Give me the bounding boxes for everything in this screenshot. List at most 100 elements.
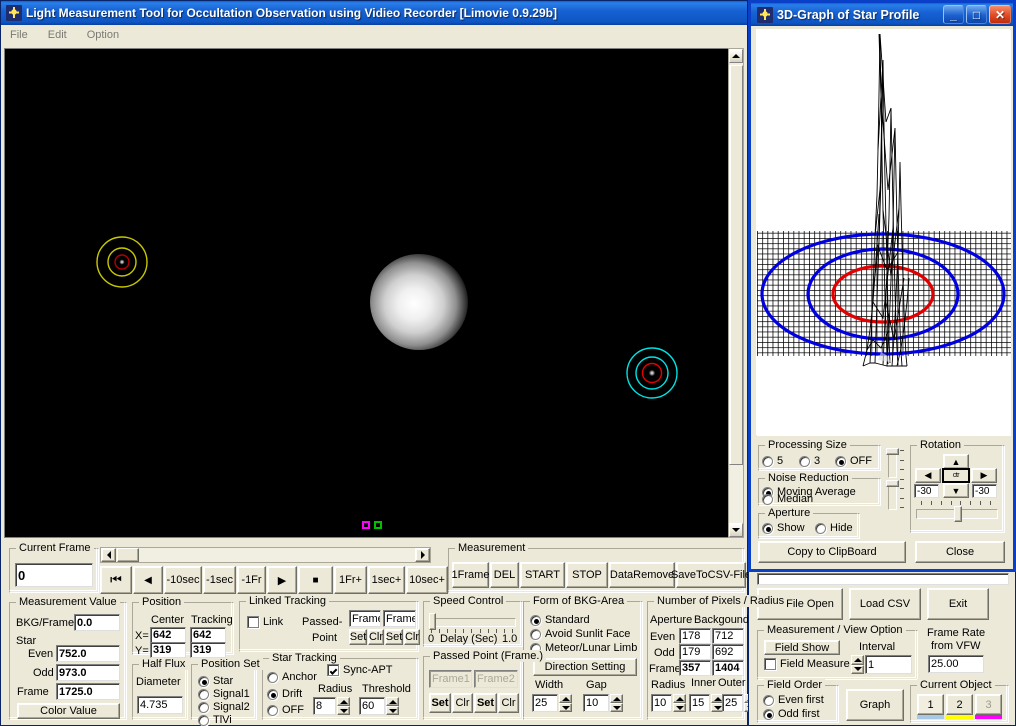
vscale-slider-thumb-bottom[interactable] xyxy=(886,480,899,487)
rotation-slider-thumb[interactable] xyxy=(954,506,962,522)
radius-stepper-up[interactable] xyxy=(337,697,350,706)
close-icon[interactable]: ✕ xyxy=(989,5,1011,24)
play-button[interactable]: ▶ xyxy=(267,566,297,594)
star-tracking-anchor-radio[interactable]: Anchor xyxy=(267,671,317,683)
field-measure-checkbox[interactable]: Field Measure xyxy=(764,658,850,670)
passed-frame1-clr-button[interactable]: Clr xyxy=(452,693,473,713)
tracking-x-field[interactable]: 642 xyxy=(190,627,226,643)
current-frame-field[interactable]: 0 xyxy=(15,563,93,587)
exit-button[interactable]: Exit xyxy=(927,588,989,620)
menu-item-file[interactable]: File xyxy=(7,28,31,42)
width-stepper[interactable] xyxy=(559,694,572,712)
current-object-button-2[interactable]: 2 xyxy=(946,694,973,719)
position-set-star-radio[interactable]: Star xyxy=(198,675,233,687)
linked-frame2-field[interactable]: Frame2 xyxy=(383,610,416,627)
tracking-y-field[interactable]: 319 xyxy=(190,642,226,658)
aperture-show-radio[interactable]: Show xyxy=(762,522,805,534)
occultation-video-view[interactable] xyxy=(4,48,732,538)
pixels-odd-aperture-field[interactable]: 179 xyxy=(679,644,711,660)
current-object-2-label[interactable]: 2 xyxy=(946,694,973,715)
back-1frame-button[interactable]: -1Fr xyxy=(237,566,266,594)
frame-rate-field[interactable]: 25.00 xyxy=(928,655,984,673)
gap-field[interactable]: 10 xyxy=(583,694,609,712)
step-back-button[interactable]: ◀ xyxy=(133,566,163,594)
pixels-frame-aperture-field[interactable]: 357 xyxy=(679,660,711,676)
inner-radius-field[interactable]: 15 xyxy=(689,694,710,712)
current-object-3-label[interactable]: 3 xyxy=(975,694,1002,715)
measure-1frame-button[interactable]: 1Frame xyxy=(452,562,489,588)
speed-slider-thumb[interactable] xyxy=(429,613,436,630)
position-set-tlvi-radio[interactable]: TlVi xyxy=(198,714,232,726)
odd-value-field[interactable]: 973.0 xyxy=(56,664,120,681)
current-object-button-1[interactable]: 1 xyxy=(917,694,944,719)
graph-titlebar[interactable]: 3D-Graph of Star Profile _ □ ✕ xyxy=(748,0,1016,26)
rewind-button[interactable]: ⏮ xyxy=(100,566,132,594)
interval-stepper-up[interactable] xyxy=(851,655,864,665)
center-y-field[interactable]: 319 xyxy=(150,642,186,658)
frame-position-scrollbar[interactable] xyxy=(100,547,431,563)
frame-value-field[interactable]: 1725.0 xyxy=(56,683,120,700)
linked-frame1-clr-button[interactable]: Clr xyxy=(368,629,384,645)
threshold-field[interactable]: 60 xyxy=(359,697,385,715)
center-x-field[interactable]: 642 xyxy=(150,627,186,643)
color-value-button[interactable]: Color Value xyxy=(17,703,120,719)
linked-frame1-set-button[interactable]: Set xyxy=(349,629,367,645)
measure-start-button[interactable]: START xyxy=(520,562,565,588)
gap-stepper-down[interactable] xyxy=(610,703,623,712)
back-10sec-button[interactable]: -10sec xyxy=(164,566,202,594)
forward-1sec-button[interactable]: 1sec+ xyxy=(368,566,405,594)
pixels-even-background-field[interactable]: 712 xyxy=(712,628,744,644)
width-stepper-up[interactable] xyxy=(559,694,572,703)
vscale-slider-thumb-top[interactable] xyxy=(886,448,899,455)
linked-frame2-set-button[interactable]: Set xyxy=(385,629,403,645)
sync-apt-checkbox[interactable]: Sync-APT xyxy=(327,664,393,676)
pixels-frame-background-field[interactable]: 1404 xyxy=(712,660,744,676)
current-object-button-3[interactable]: 3 xyxy=(975,694,1002,719)
rotate-down-button[interactable]: ▼ xyxy=(943,483,969,498)
scroll-down-button[interactable] xyxy=(729,523,743,537)
maximize-button[interactable]: □ xyxy=(966,5,987,24)
star-tracking-off-radio[interactable]: OFF xyxy=(267,704,304,716)
video-vertical-scrollbar[interactable] xyxy=(728,48,744,538)
graph-button[interactable]: Graph xyxy=(846,689,904,721)
half-flux-value-field[interactable]: 4.735 xyxy=(137,696,183,714)
pixels-odd-background-field[interactable]: 692 xyxy=(712,644,744,660)
measure-stop-button[interactable]: STOP xyxy=(566,562,608,588)
passed-frame2-field[interactable]: Frame2 xyxy=(474,670,518,688)
rotate-left-button[interactable]: ◀ xyxy=(915,468,941,483)
linked-frame1-field[interactable]: Frame1 xyxy=(349,610,381,627)
processing-size-off-radio[interactable]: OFF xyxy=(835,455,872,467)
threshold-stepper[interactable] xyxy=(386,697,399,715)
gap-stepper-up[interactable] xyxy=(610,694,623,703)
frame-scroll-right-button[interactable] xyxy=(415,548,430,562)
radius-value-stepper-up[interactable] xyxy=(673,694,686,703)
radius-stepper-down[interactable] xyxy=(337,706,350,715)
scroll-up-button[interactable] xyxy=(729,49,743,63)
processing-size-5-radio[interactable]: 5 xyxy=(762,455,783,467)
rotate-center-button[interactable]: ctr xyxy=(942,468,970,483)
scrollbar-thumb[interactable] xyxy=(729,65,743,465)
interval-stepper-down[interactable] xyxy=(851,664,864,674)
width-field[interactable]: 25 xyxy=(532,694,558,712)
radius-value-stepper-down[interactable] xyxy=(673,703,686,712)
rotate-right-button[interactable]: ▶ xyxy=(971,468,997,483)
bkg-meteor-limb-radio[interactable]: Meteor/Lunar Limb xyxy=(530,642,637,654)
bkg-avoid-sunlit-radio[interactable]: Avoid Sunlit Face xyxy=(530,628,630,640)
radius-value-field[interactable]: 10 xyxy=(651,694,672,712)
save-to-csv-button[interactable]: SaveToCSV-File xyxy=(671,562,751,588)
measure-del-button[interactable]: DEL xyxy=(490,562,519,588)
width-stepper-down[interactable] xyxy=(559,703,572,712)
radius-field[interactable]: 8 xyxy=(313,697,336,715)
interval-stepper[interactable] xyxy=(851,655,864,674)
rotation-x-field[interactable]: -30 xyxy=(914,484,939,498)
forward-1frame-button[interactable]: 1Fr+ xyxy=(334,566,367,594)
file-path-field[interactable] xyxy=(757,573,1009,585)
aperture-hide-radio[interactable]: Hide xyxy=(815,522,853,534)
outer-radius-field[interactable]: 25 xyxy=(722,694,743,712)
position-set-signal1-radio[interactable]: Signal1 xyxy=(198,688,250,700)
passed-frame2-set-button[interactable]: Set xyxy=(474,693,497,713)
passed-frame1-field[interactable]: Frame1 xyxy=(429,670,472,688)
radius-stepper[interactable] xyxy=(337,697,350,715)
passed-frame1-set-button[interactable]: Set xyxy=(429,693,451,713)
forward-10sec-button[interactable]: 10sec+ xyxy=(406,566,448,594)
